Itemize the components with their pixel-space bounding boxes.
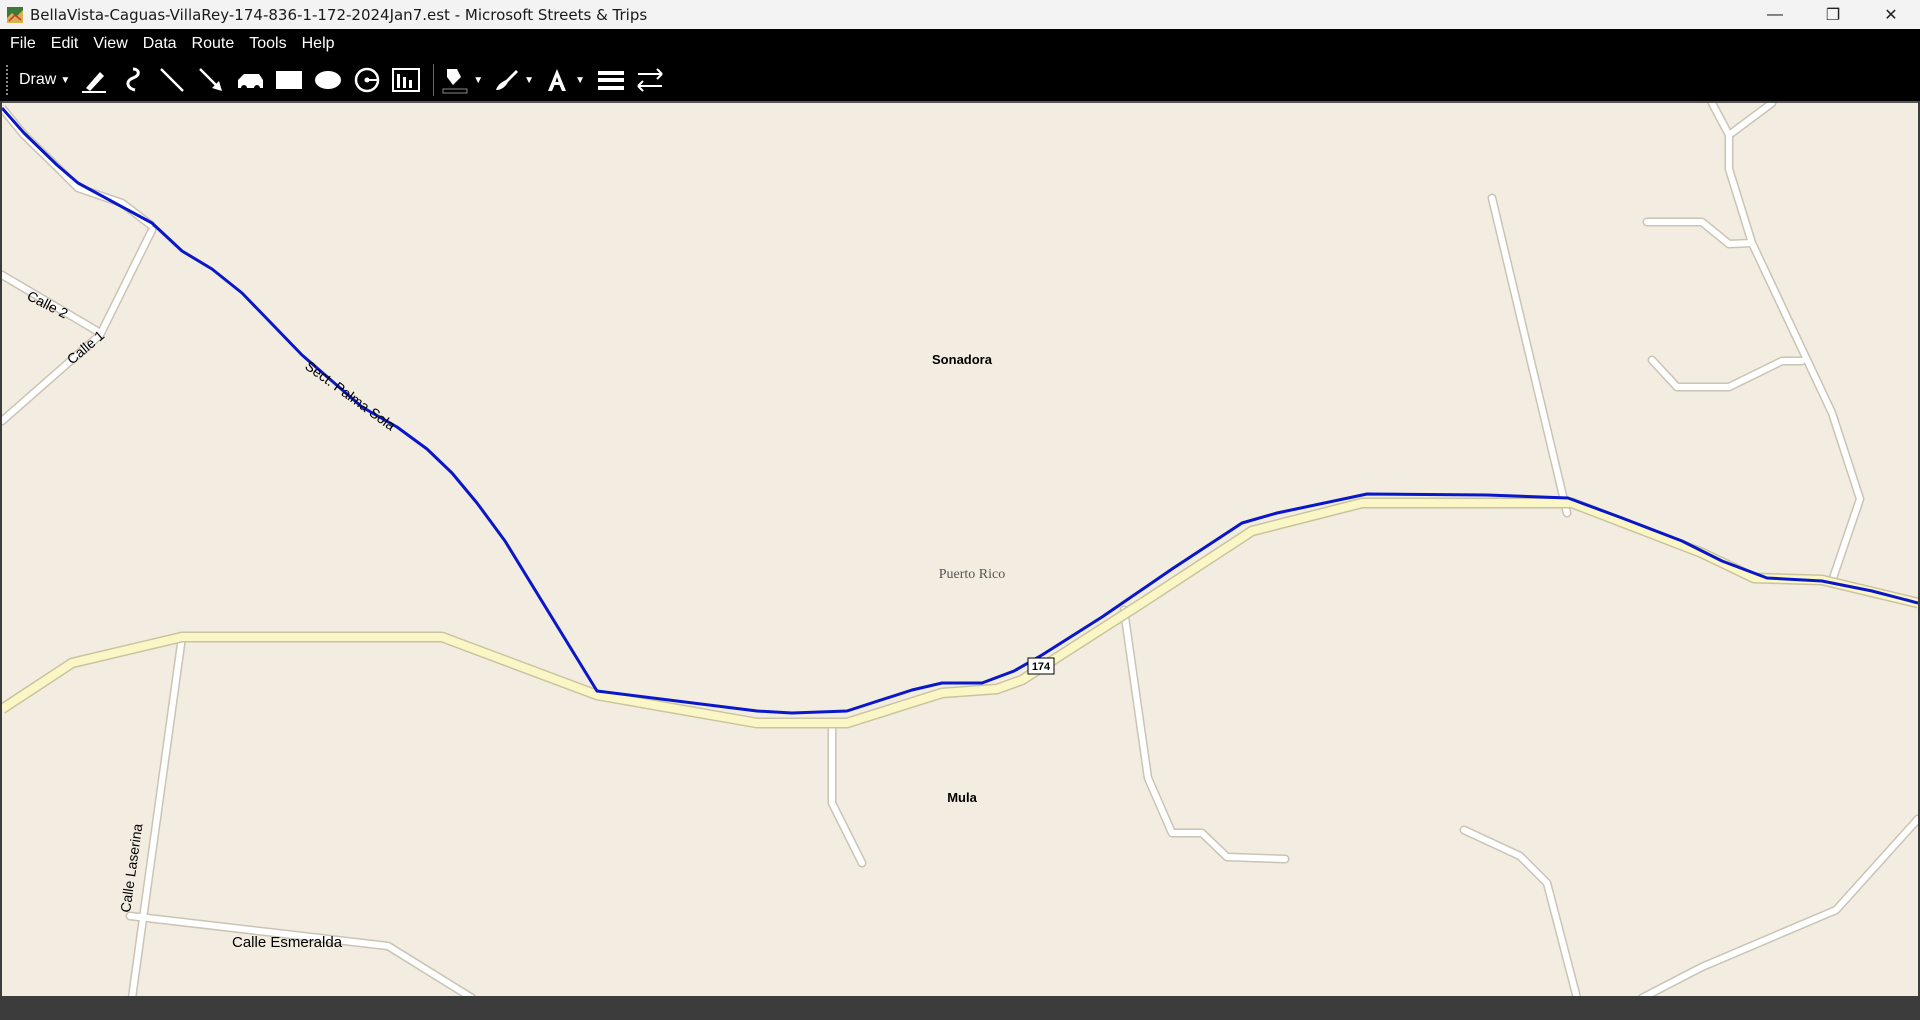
minimize-button[interactable]: — <box>1746 0 1804 29</box>
line-icon <box>160 68 185 92</box>
font-dropdown-icon[interactable]: ▼ <box>575 75 585 86</box>
menu-data[interactable]: Data <box>138 35 182 53</box>
radius-circle-icon <box>355 67 380 93</box>
menu-bar: File Edit View Data Route Tools Help <box>0 29 1920 59</box>
menu-edit[interactable]: Edit <box>46 35 84 53</box>
menu-route[interactable]: Route <box>187 35 240 53</box>
menu-file[interactable]: File <box>5 35 41 53</box>
line-color-dropdown-icon[interactable]: ▼ <box>524 75 534 86</box>
app-icon <box>7 6 23 23</box>
place-label-mula: Mula <box>947 790 977 805</box>
arrow-button[interactable] <box>193 62 229 98</box>
freeform-icon <box>126 67 140 92</box>
font-button[interactable] <box>542 62 572 98</box>
menu-help[interactable]: Help <box>297 35 340 53</box>
line-color-button[interactable] <box>491 62 521 98</box>
chart-icon <box>392 68 421 92</box>
draw-label: Draw <box>19 71 57 88</box>
toolbar-separator <box>433 64 435 96</box>
maximize-button[interactable]: ❐ <box>1804 0 1862 29</box>
line-button[interactable] <box>154 62 190 98</box>
line-color-icon <box>496 70 519 90</box>
draw-menu-button[interactable]: Draw ▼ <box>19 71 70 89</box>
oval-button[interactable] <box>310 62 346 98</box>
arrow-icon <box>199 68 223 91</box>
region-label-puerto-rico: Puerto Rico <box>939 567 1006 582</box>
route-shield-174: 174 <box>1027 657 1055 675</box>
pushpin-button[interactable] <box>232 62 268 98</box>
rectangle-button[interactable] <box>271 62 307 98</box>
oval-icon <box>315 71 342 89</box>
place-label-sonadora: Sonadora <box>932 352 993 367</box>
window-controls: — ❐ ✕ <box>1746 0 1920 29</box>
chart-button[interactable] <box>388 62 424 98</box>
rectangle-icon <box>276 71 303 89</box>
toolbar-grip[interactable] <box>6 65 11 95</box>
window-title: BellaVista-Caguas-VillaRey-174-836-1-172… <box>30 5 648 24</box>
font-icon <box>548 69 567 91</box>
line-style-icon <box>597 71 624 90</box>
radius-circle-button[interactable] <box>349 62 385 98</box>
route-shield-label: 174 <box>1032 661 1051 673</box>
pushpin-icon <box>238 74 264 91</box>
highlighter-button[interactable] <box>76 62 112 98</box>
menu-tools[interactable]: Tools <box>244 35 291 53</box>
restore-icon: ❐ <box>1825 6 1841 24</box>
status-bar <box>0 996 1920 1020</box>
swap-button[interactable] <box>632 62 668 98</box>
close-icon: ✕ <box>1884 6 1898 24</box>
minimize-icon: — <box>1767 5 1783 23</box>
title-bar: BellaVista-Caguas-VillaRey-174-836-1-172… <box>0 0 1920 29</box>
fill-color-icon <box>442 69 468 94</box>
swap-icon <box>637 68 663 92</box>
fill-color-button[interactable] <box>440 62 470 98</box>
line-style-button[interactable] <box>593 62 629 98</box>
freeform-button[interactable] <box>115 62 151 98</box>
map-canvas[interactable]: 174 Sonadora Puerto Rico Mula Calle 2 Ca… <box>2 103 1918 998</box>
map-background <box>2 103 1918 998</box>
map-view[interactable]: 174 Sonadora Puerto Rico Mula Calle 2 Ca… <box>2 101 1918 998</box>
close-button[interactable]: ✕ <box>1862 0 1920 29</box>
drawing-toolbar: Draw ▼ ▼ ▼ ▼ <box>0 59 1920 101</box>
street-label-calle-esmeralda: Calle Esmeralda <box>232 934 343 951</box>
highlighter-icon <box>82 72 107 93</box>
fill-color-dropdown-icon[interactable]: ▼ <box>473 75 483 86</box>
menu-view[interactable]: View <box>88 35 132 53</box>
chevron-down-icon: ▼ <box>60 74 71 86</box>
